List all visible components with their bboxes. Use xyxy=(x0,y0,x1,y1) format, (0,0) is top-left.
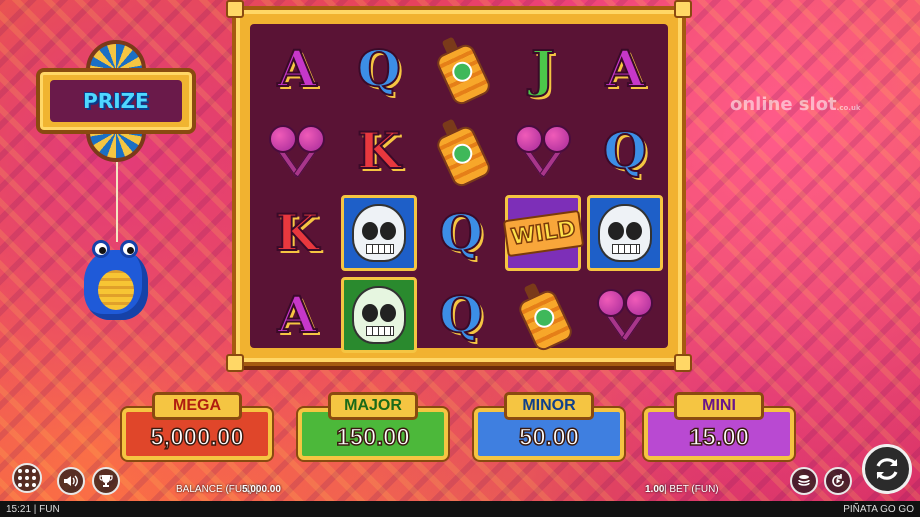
reel-cell: Q xyxy=(338,28,420,110)
jackpot-mega-label: MEGA xyxy=(173,397,221,414)
autoplay-icon xyxy=(832,474,844,487)
symbol-q: Q xyxy=(438,285,484,344)
reel-cell xyxy=(338,192,420,274)
symbol-maracas xyxy=(513,121,573,181)
watermark: online slot.co.uk xyxy=(730,94,861,115)
reel-cell: A xyxy=(584,28,666,110)
balance-value: 5,000.00 xyxy=(242,484,281,495)
frame-corner xyxy=(226,0,244,18)
reel-cell xyxy=(338,274,420,356)
trophy-icon xyxy=(99,475,113,487)
status-time-mode: 15:21 | FUN xyxy=(6,503,60,515)
jackpot-mega: MEGA 5,000.00 xyxy=(122,392,272,462)
symbol-bottle xyxy=(511,277,576,354)
reel-cell: Q xyxy=(420,192,502,274)
symbol-maracas xyxy=(595,285,655,345)
symbol-a: A xyxy=(277,285,318,344)
reel-cell xyxy=(256,110,338,192)
frame-corner xyxy=(226,354,244,372)
reel-cell: J xyxy=(502,28,584,110)
jackpot-mini-label: MINI xyxy=(702,397,736,414)
jackpot-major-amount: 150.00 xyxy=(336,423,411,452)
autoplay-button[interactable] xyxy=(824,467,852,495)
prize-label: PRIZE xyxy=(83,89,149,113)
reel-cell xyxy=(420,110,502,192)
grid-icon xyxy=(18,469,36,487)
jackpot-mini: MINI 15.00 xyxy=(644,392,794,462)
symbol-q: Q xyxy=(356,39,402,98)
symbol-a: A xyxy=(277,39,318,98)
jackpot-minor: MINOR 50.00 xyxy=(474,392,624,462)
reel-cell: K xyxy=(338,110,420,192)
prize-frame: PRIZE xyxy=(36,68,196,134)
symbol-bottle xyxy=(429,31,494,108)
jackpot-major-tab: MAJOR xyxy=(328,392,418,420)
pinata-left-eye xyxy=(92,240,110,258)
symbol-skull-green xyxy=(341,277,417,353)
reel-grid: A Q J A K Q K Q WILD A Q xyxy=(256,28,666,356)
symbol-wild: WILD xyxy=(502,195,584,271)
jackpot-minor-amount: 50.00 xyxy=(518,423,580,452)
reel-cell xyxy=(502,274,584,356)
jackpot-mini-amount: 15.00 xyxy=(688,423,750,452)
symbol-maracas xyxy=(267,121,327,181)
reel-cell: K xyxy=(256,192,338,274)
reel-cell: A xyxy=(256,28,338,110)
coin-stack-icon xyxy=(798,475,810,486)
jackpot-minor-label: MINOR xyxy=(522,397,576,414)
status-game-title: PIÑATA GO GO xyxy=(843,503,914,515)
reel-cell: Q xyxy=(420,274,502,356)
reel-cell xyxy=(584,274,666,356)
trophy-button[interactable] xyxy=(92,467,120,495)
speaker-icon xyxy=(64,475,78,487)
reel-cell: A xyxy=(256,274,338,356)
jackpot-major: MAJOR 150.00 xyxy=(298,392,448,462)
symbol-skull-blue xyxy=(587,195,663,271)
bet-value: 1.00 xyxy=(645,484,665,495)
jackpot-mega-tab: MEGA xyxy=(152,392,242,420)
frame-corner xyxy=(674,0,692,18)
prize-sign: PRIZE xyxy=(36,40,196,162)
watermark-suffix: .co.uk xyxy=(836,104,861,112)
symbol-bottle xyxy=(429,113,494,190)
symbol-q: Q xyxy=(602,121,648,180)
menu-button[interactable] xyxy=(12,463,42,493)
reel-cell: WILD xyxy=(502,192,584,274)
reel-cell xyxy=(420,28,502,110)
watermark-text: online slot xyxy=(730,94,837,115)
reel-area[interactable]: A Q J A K Q K Q WILD A Q xyxy=(250,24,668,354)
symbol-a: A xyxy=(605,39,646,98)
symbol-skull-blue xyxy=(341,195,417,271)
symbol-k: K xyxy=(356,121,401,180)
jackpot-mega-amount: 5,000.00 xyxy=(150,423,245,452)
reel-cell xyxy=(502,110,584,192)
symbol-j: J xyxy=(530,39,556,98)
frame-corner xyxy=(674,354,692,372)
jackpot-minor-tab: MINOR xyxy=(504,392,594,420)
status-bar: 15:21 | FUN PIÑATA GO GO xyxy=(0,501,920,517)
symbol-q: Q xyxy=(438,203,484,262)
pinata-string xyxy=(116,162,118,242)
spin-icon xyxy=(876,458,898,480)
prize-inner: PRIZE xyxy=(50,80,182,122)
symbol-k: K xyxy=(274,203,319,262)
pinata-character xyxy=(80,234,152,326)
jackpot-mini-tab: MINI xyxy=(674,392,764,420)
spin-button[interactable] xyxy=(862,444,912,494)
sound-button[interactable] xyxy=(57,467,85,495)
reel-cell: Q xyxy=(584,110,666,192)
stake-button[interactable] xyxy=(790,467,818,495)
reel-cell xyxy=(584,192,666,274)
wild-label: WILD xyxy=(502,209,584,257)
reel-frame: A Q J A K Q K Q WILD A Q xyxy=(226,0,692,372)
pinata-right-eye xyxy=(120,240,138,258)
bet-label: | BET (FUN) xyxy=(664,484,719,495)
jackpot-major-label: MAJOR xyxy=(344,397,402,414)
pinata-belly xyxy=(98,270,134,310)
